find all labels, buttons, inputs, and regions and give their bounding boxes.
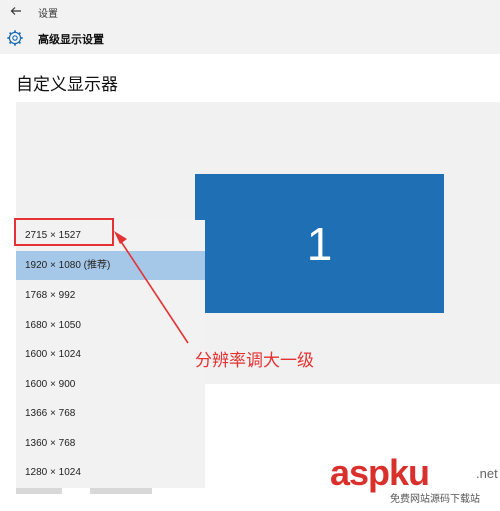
monitor-1-tile[interactable]: 1 [195, 174, 444, 313]
resolution-option[interactable]: 1360 × 768 [16, 429, 205, 458]
title-bar: 设置 高级显示设置 [0, 0, 500, 54]
back-arrow-icon [10, 7, 21, 15]
resolution-option[interactable]: 1600 × 900 [16, 370, 205, 399]
watermark-tagline: 免费网站源码下载站 [390, 494, 480, 505]
watermark-suffix: .net [476, 466, 498, 481]
watermark-logo: aspku .net 免费网站源码下载站 [330, 452, 498, 508]
app-title: 设置 [38, 9, 58, 20]
resolution-option[interactable]: 1680 × 1050 [16, 311, 205, 340]
resolution-option[interactable]: 1768 × 992 [16, 281, 205, 310]
watermark-brand: aspku [330, 452, 430, 493]
monitor-number: 1 [306, 217, 333, 270]
resolution-option[interactable]: 1600 × 1024 [16, 340, 205, 369]
resolution-dropdown-list[interactable]: 2715 × 1527 1920 × 1080 (推荐) 1768 × 992 … [16, 220, 205, 488]
annotation-text: 分辨率调大一级 [195, 351, 314, 370]
resolution-option-selected[interactable]: 1920 × 1080 (推荐) [16, 251, 205, 280]
back-button[interactable] [6, 2, 26, 20]
section-title: 自定义显示器 [16, 75, 118, 94]
scroll-bar-stubs [16, 488, 152, 494]
resolution-option[interactable]: 1280 × 1024 [16, 458, 205, 487]
gear-icon [7, 30, 23, 46]
annotation-highlight-box [14, 218, 114, 246]
page-title: 高级显示设置 [38, 34, 104, 46]
resolution-option[interactable]: 1366 × 768 [16, 399, 205, 428]
